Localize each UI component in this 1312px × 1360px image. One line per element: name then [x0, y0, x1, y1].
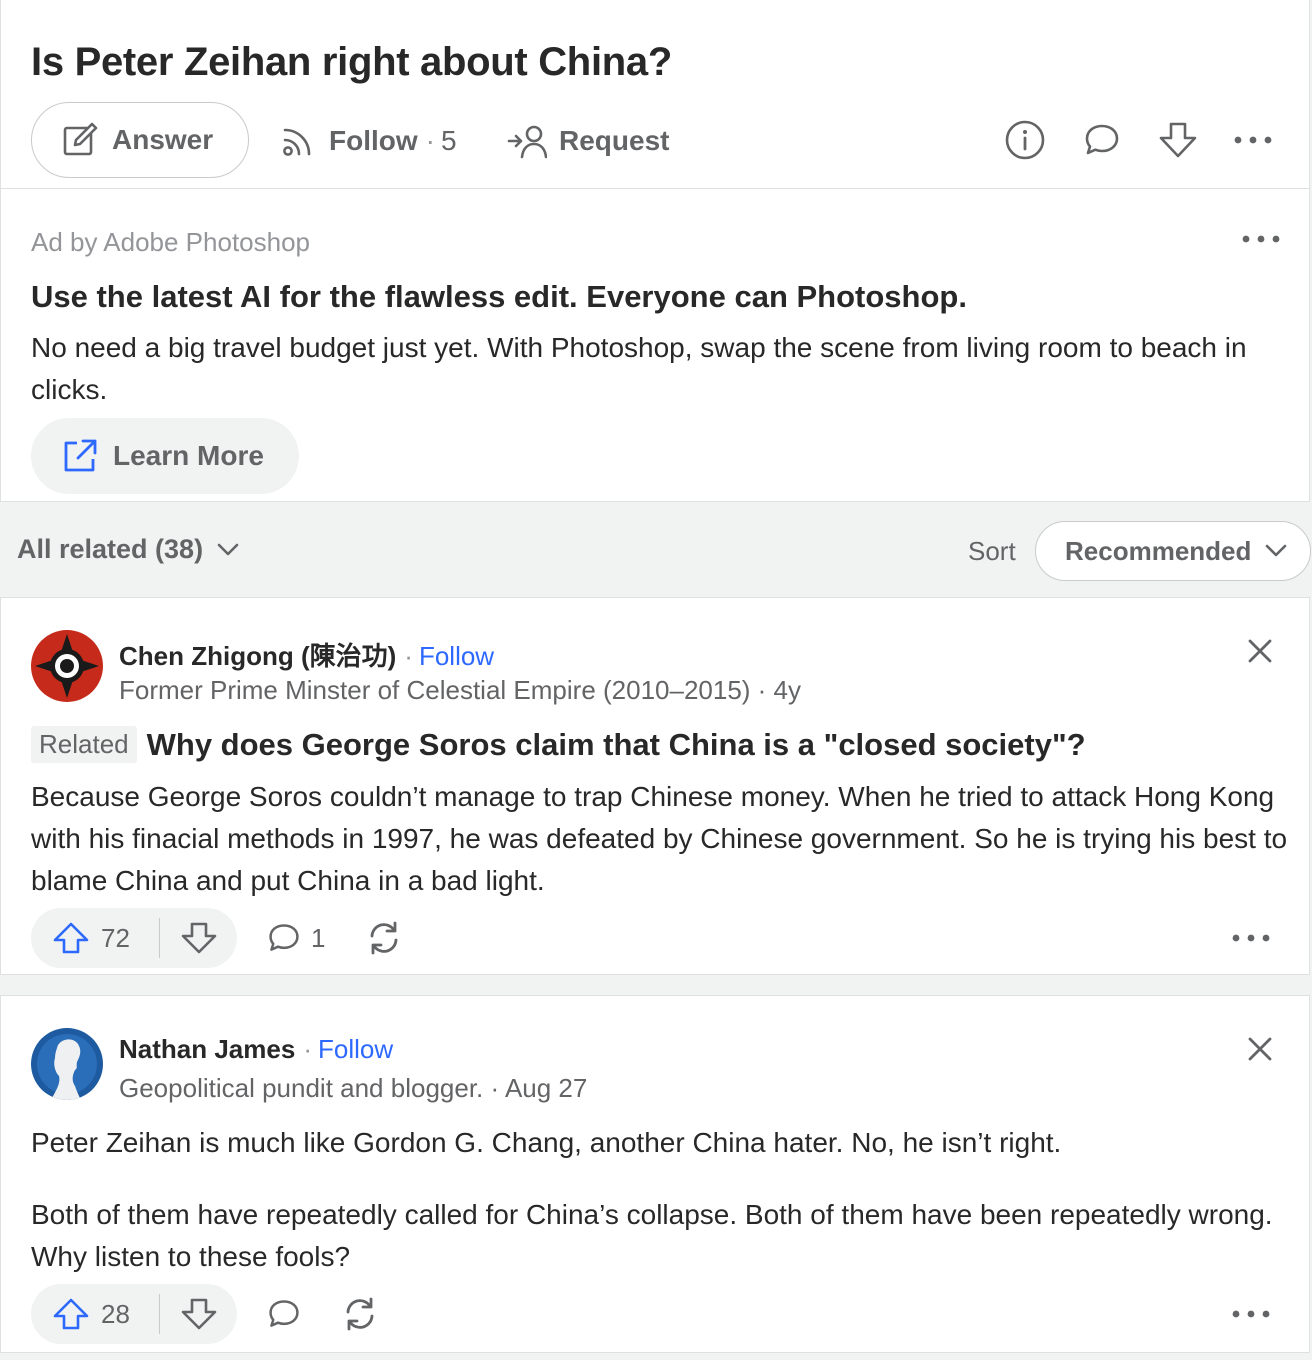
info-button[interactable] — [1001, 116, 1049, 164]
sort-dropdown[interactable]: Recommended — [1035, 521, 1311, 581]
avatar[interactable] — [31, 630, 103, 702]
author-credential[interactable]: Former Prime Minster of Celestial Empire… — [119, 675, 801, 706]
question-title[interactable]: Is Peter Zeihan right about China? — [31, 40, 672, 85]
author-avatar-image — [31, 1028, 103, 1100]
ad-body: No need a big travel budget just yet. Wi… — [31, 332, 1247, 405]
chevron-down-icon — [217, 543, 239, 555]
downvote-arrow-icon — [181, 1298, 216, 1330]
pencil-icon — [63, 122, 98, 156]
share-cycle-icon — [370, 921, 398, 955]
author-avatar-image — [31, 630, 103, 702]
learn-more-button[interactable]: Learn More — [31, 418, 299, 494]
author-line: Nathan James · Follow — [119, 1034, 394, 1065]
learn-more-label: Learn More — [113, 440, 264, 471]
more-options-button[interactable] — [1231, 1284, 1271, 1344]
comment-icon — [1085, 124, 1119, 155]
close-icon — [1248, 1037, 1272, 1061]
upvote-arrow-icon — [53, 1298, 89, 1330]
author-name[interactable]: Nathan James — [119, 1034, 295, 1065]
answer-button[interactable]: Answer — [31, 102, 249, 178]
vote-controls: 72 — [31, 908, 237, 968]
downvote-question-button[interactable] — [1154, 116, 1202, 164]
all-related-dropdown[interactable]: All related (38) — [17, 534, 239, 565]
request-user-icon — [507, 125, 547, 159]
request-button[interactable]: Request — [507, 118, 669, 164]
upvote-button[interactable]: 72 — [31, 908, 159, 968]
upvote-arrow-icon — [53, 922, 89, 954]
ad-card: Ad by Adobe Photoshop Use the latest AI … — [0, 189, 1310, 502]
share-cycle-icon — [346, 1297, 374, 1331]
upvote-count: 72 — [101, 922, 130, 953]
more-options-question-button[interactable] — [1229, 116, 1277, 164]
related-filter-bar: All related (38) Sort Recommended — [0, 503, 1312, 597]
answer-card: Chen Zhigong (陳治功) · Follow Former Prime… — [0, 597, 1310, 975]
related-question-row: Related Why does George Soros claim that… — [31, 726, 1086, 763]
comment-count: 1 — [311, 922, 326, 953]
ad-sponsor-label[interactable]: Ad by Adobe Photoshop — [31, 227, 310, 258]
related-question-title[interactable]: Why does George Soros claim that China i… — [147, 727, 1086, 763]
vote-controls: 28 — [31, 1284, 237, 1344]
answer-paragraph[interactable]: Peter Zeihan is much like Gordon G. Chan… — [31, 1122, 1291, 1164]
more-dots-icon — [1234, 136, 1272, 144]
follow-label: Follow — [329, 125, 418, 156]
author-line: Chen Zhigong (陳治功) · Follow — [119, 636, 494, 673]
share-button[interactable] — [341, 1284, 379, 1344]
follow-author-link[interactable]: Follow — [419, 641, 494, 672]
more-options-button[interactable] — [1231, 908, 1271, 968]
author-name[interactable]: Chen Zhigong (陳治功) — [119, 636, 396, 673]
ad-headline[interactable]: Use the latest AI for the flawless edit.… — [31, 279, 967, 315]
comment-icon — [269, 924, 299, 951]
chevron-down-icon — [1266, 544, 1287, 557]
downvote-arrow-icon — [1159, 122, 1197, 158]
answer-label: Answer — [112, 124, 214, 155]
author-credential[interactable]: Geopolitical pundit and blogger. · Aug 2… — [119, 1073, 587, 1104]
external-link-icon — [64, 439, 97, 472]
comment-button[interactable] — [267, 1284, 301, 1344]
answer-paragraph[interactable]: Both of them have repeatedly called for … — [31, 1194, 1291, 1278]
downvote-button[interactable] — [160, 1284, 237, 1344]
more-dots-icon — [1232, 934, 1270, 942]
answer-text[interactable]: Because George Soros couldn’t manage to … — [31, 776, 1291, 902]
comment-button[interactable]: 1 — [267, 908, 325, 968]
more-dots-icon — [1232, 1310, 1270, 1318]
related-tag: Related — [31, 726, 137, 763]
follow-question-button[interactable]: Follow · 5 — [281, 118, 457, 164]
more-dots-icon — [1242, 235, 1280, 243]
share-button[interactable] — [365, 908, 403, 968]
upvote-button[interactable]: 28 — [31, 1284, 159, 1344]
request-label: Request — [559, 125, 670, 156]
question-card: Is Peter Zeihan right about China? Answe… — [0, 0, 1310, 189]
rss-follow-icon — [283, 128, 311, 156]
dismiss-button[interactable] — [1245, 636, 1275, 666]
answer-card: Nathan James · Follow Geopolitical pundi… — [0, 995, 1310, 1353]
comment-question-button[interactable] — [1078, 116, 1126, 164]
downvote-button[interactable] — [160, 908, 237, 968]
all-related-label: All related (38) — [17, 534, 204, 564]
upvote-count: 28 — [101, 1298, 130, 1329]
sort-value: Recommended — [1065, 535, 1252, 566]
downvote-arrow-icon — [181, 922, 216, 954]
comment-icon — [269, 1300, 299, 1327]
follow-count: · 5 — [425, 125, 457, 156]
dismiss-button[interactable] — [1245, 1034, 1275, 1064]
avatar[interactable] — [31, 1028, 103, 1100]
close-icon — [1248, 639, 1272, 663]
follow-author-link[interactable]: Follow — [318, 1034, 393, 1065]
info-icon — [1005, 120, 1045, 160]
sort-label: Sort — [968, 536, 1016, 566]
ad-more-options-button[interactable] — [1237, 215, 1285, 263]
